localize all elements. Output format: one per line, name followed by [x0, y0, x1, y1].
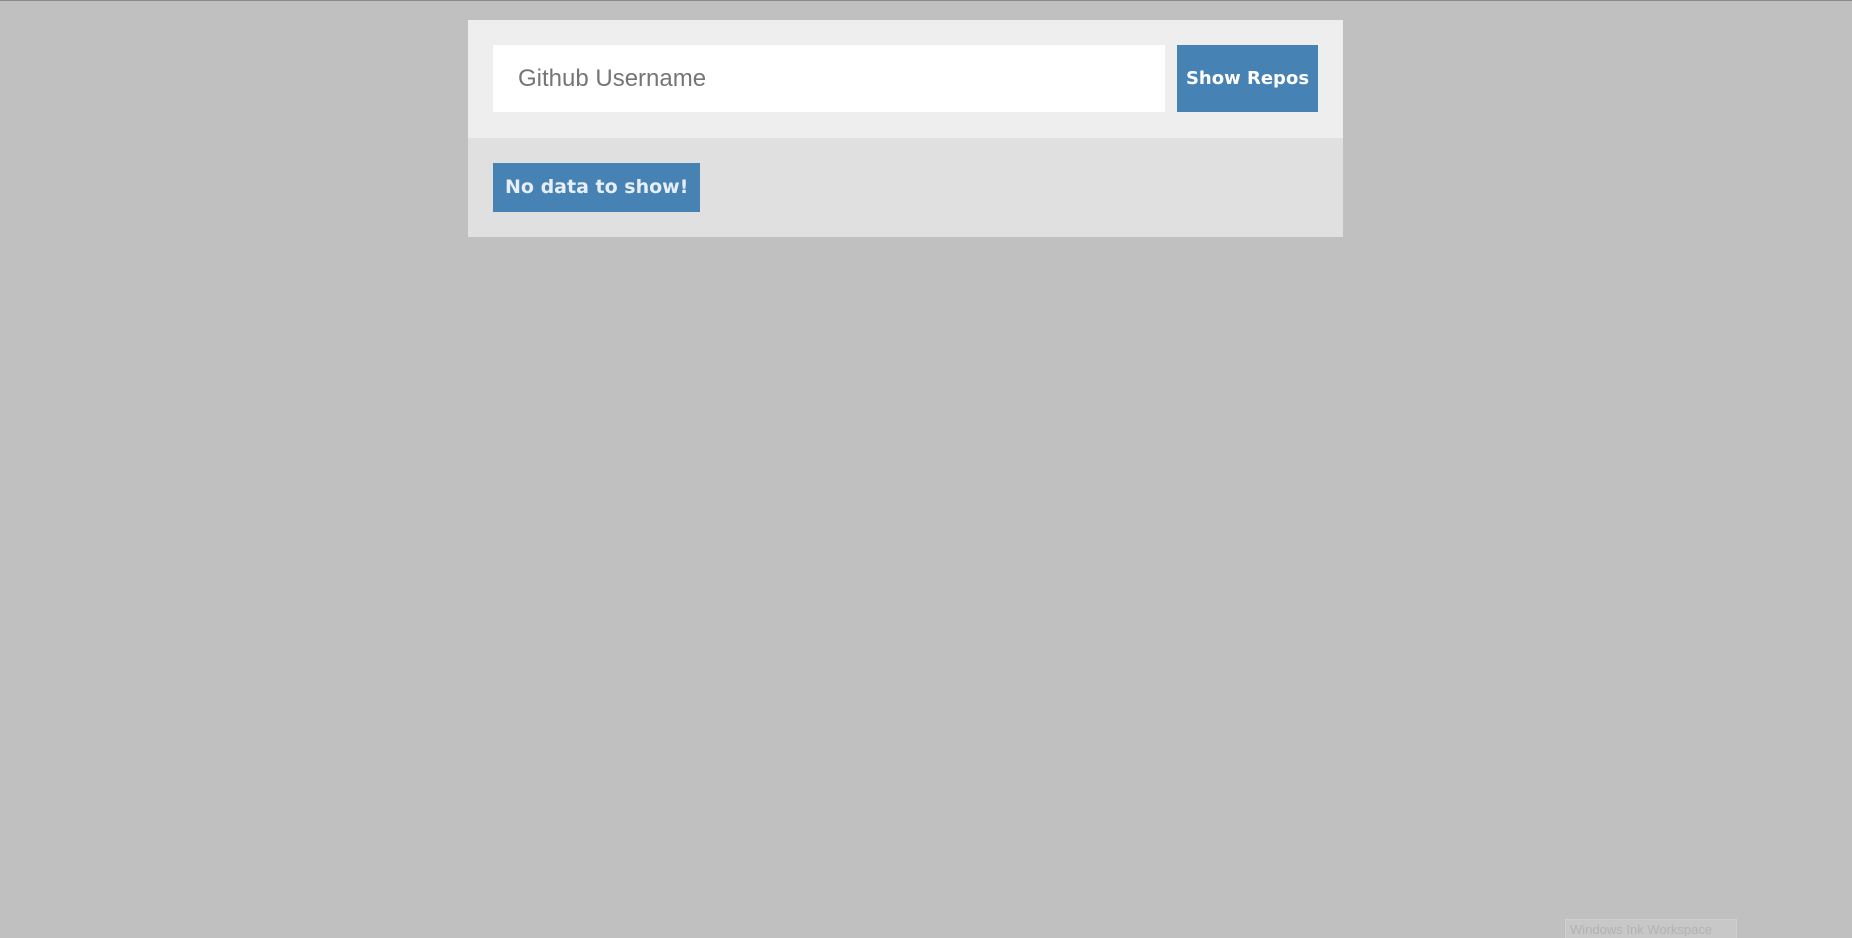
ink-workspace-hint: Windows Ink Workspace	[1565, 919, 1737, 938]
no-data-message: No data to show!	[493, 163, 701, 212]
show-repos-button[interactable]: Show Repos	[1177, 45, 1318, 112]
app-container: Show Repos No data to show!	[468, 20, 1343, 237]
github-username-input[interactable]	[493, 45, 1165, 112]
search-panel: Show Repos	[468, 20, 1343, 138]
results-panel: No data to show!	[468, 138, 1343, 237]
